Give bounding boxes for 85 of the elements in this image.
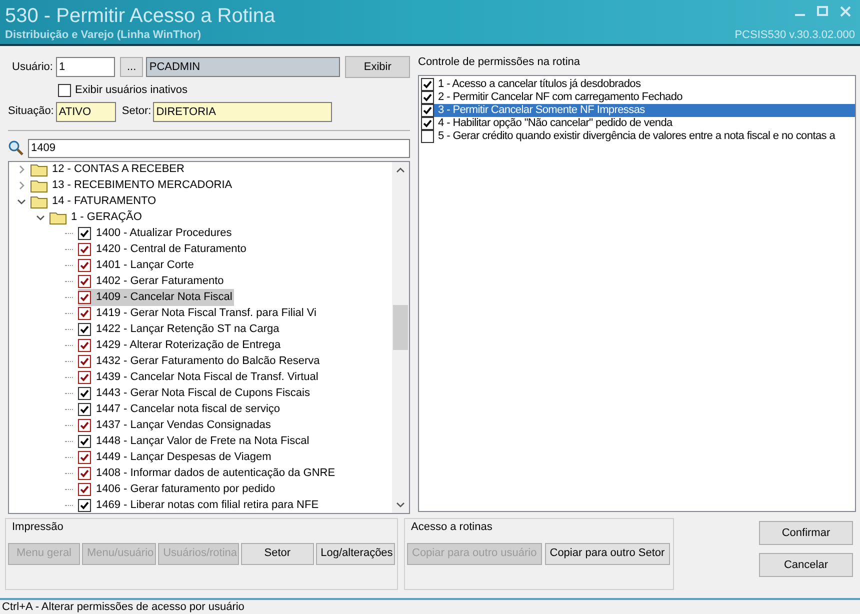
tree-item[interactable]: 1443 - Gerar Nota Fiscal de Cupons Fiscais xyxy=(78,385,312,402)
window-title: 530 - Permitir Acesso a Rotina xyxy=(5,4,276,29)
tree-item[interactable]: 1406 - Gerar faturamento por pedido xyxy=(78,481,278,498)
tree-item[interactable]: 13 - RECEBIMENTO MERCADORIA xyxy=(52,177,232,194)
permission-item[interactable]: 4 - Habilitar opção "Não cancelar" pedido de venda xyxy=(421,116,855,130)
window-subtitle: Distribuição e Varejo (Linha WinThor) xyxy=(5,29,202,42)
field-label: Situação: xyxy=(8,104,54,120)
checkbox[interactable] xyxy=(78,243,91,256)
tree-item[interactable]: 1419 - Gerar Nota Fiscal Transf. para Filial Vi xyxy=(78,305,318,322)
tree-item[interactable]: 1402 - Gerar Faturamento xyxy=(78,273,226,290)
checkbox[interactable] xyxy=(421,78,434,90)
expander-icon[interactable] xyxy=(17,197,26,206)
checkbox[interactable] xyxy=(78,323,91,336)
tree-item[interactable]: 1447 - Cancelar nota fiscal de serviço xyxy=(78,401,282,418)
version-label: PCSIS530 v.30.3.02.000 xyxy=(734,28,855,43)
checkbox[interactable] xyxy=(78,291,91,304)
checkbox[interactable] xyxy=(78,403,91,416)
permission-item[interactable]: 1 - Acesso a cancelar títulos já desdobrados xyxy=(421,78,855,90)
permission-item[interactable]: 3 - Permitir Cancelar Somente NF Impressas xyxy=(421,104,855,116)
tree-item[interactable]: 1432 - Gerar Faturamento do Balcão Reserva xyxy=(78,353,322,370)
folder-icon xyxy=(49,210,67,224)
checkbox[interactable] xyxy=(78,307,91,320)
tree-item[interactable]: 1449 - Lançar Despesas de Viagem xyxy=(78,449,274,466)
action-button[interactable]: Copiar para outro Setor xyxy=(544,542,670,564)
tree-item[interactable]: 1469 - Liberar notas com filial retira para NFE xyxy=(78,497,321,512)
search-field[interactable]: 1409 xyxy=(28,138,410,158)
search-icon xyxy=(8,140,24,156)
dialog-button[interactable]: Confirmar xyxy=(759,521,853,545)
checkbox[interactable] xyxy=(78,499,91,512)
checkbox[interactable] xyxy=(78,275,91,288)
checkbox[interactable] xyxy=(421,130,434,142)
field-label: Setor: xyxy=(122,104,152,120)
user-name-field: PCADMIN xyxy=(146,57,340,77)
section-title: Controle de permissões na rotina xyxy=(418,55,582,70)
tree-item[interactable]: 1437 - Lançar Vendas Consignadas xyxy=(78,417,273,434)
field-label: Usuário: xyxy=(12,60,53,75)
situation-field: ATIVO xyxy=(56,102,116,122)
checkbox[interactable] xyxy=(78,259,91,272)
scrollbar[interactable] xyxy=(392,162,409,512)
group-title: Impressão xyxy=(12,520,64,535)
tree-item[interactable]: 1420 - Central de Faturamento xyxy=(78,241,248,258)
checkbox[interactable] xyxy=(78,387,91,400)
checkbox[interactable] xyxy=(421,116,434,130)
group-title: Acesso a rotinas xyxy=(411,520,494,535)
action-button[interactable]: Log/alterações xyxy=(316,542,395,564)
scroll-thumb[interactable] xyxy=(393,304,408,350)
checkbox[interactable] xyxy=(78,339,91,352)
show-button[interactable]: Exibir xyxy=(345,56,410,78)
checkbox[interactable] xyxy=(78,355,91,368)
tree-item[interactable]: 1401 - Lançar Corte xyxy=(78,257,196,274)
tree-item[interactable]: 14 - FATURAMENTO xyxy=(52,193,156,210)
scroll-down-icon[interactable] xyxy=(396,500,405,508)
checkbox[interactable] xyxy=(421,104,434,116)
expander-icon[interactable] xyxy=(36,213,45,222)
user-code-field[interactable]: 1 xyxy=(56,57,115,77)
checkbox[interactable] xyxy=(78,371,91,384)
tree-item[interactable]: 1422 - Lançar Retenção ST na Carga xyxy=(78,321,282,338)
tree-item[interactable]: 1400 - Atualizar Procedures xyxy=(78,225,234,242)
action-button[interactable]: Setor xyxy=(241,542,314,564)
tree-item[interactable]: 1409 - Cancelar Nota Fiscal xyxy=(78,289,234,306)
sector-field: DIRETORIA xyxy=(153,102,332,122)
folder-icon xyxy=(30,178,48,192)
checkbox-label: Exibir usuários inativos xyxy=(75,83,188,98)
dialog-button[interactable]: Cancelar xyxy=(759,553,853,577)
tree-item[interactable]: 1429 - Alterar Roterização de Entrega xyxy=(78,337,283,354)
tree-item[interactable]: 1439 - Cancelar Nota Fiscal de Transf. Virtual xyxy=(78,369,320,386)
checkbox[interactable] xyxy=(78,435,91,448)
folder-icon xyxy=(30,162,48,176)
tree-item[interactable]: 1 - GERAÇÃO xyxy=(71,209,142,226)
checkbox[interactable] xyxy=(58,84,71,97)
lookup-button[interactable]: ... xyxy=(120,57,144,77)
checkbox[interactable] xyxy=(78,227,91,240)
checkbox[interactable] xyxy=(78,451,91,464)
tree-item[interactable]: 12 - CONTAS A RECEBER xyxy=(52,162,184,178)
tree-item[interactable]: 1448 - Lançar Valor de Frete na Nota Fiscal xyxy=(78,433,312,450)
checkbox[interactable] xyxy=(78,483,91,496)
folder-icon xyxy=(30,194,48,208)
permission-item[interactable]: 5 - Gerar crédito quando existir divergência de valores entre a nota fiscal e no contas a xyxy=(421,130,855,142)
checkbox[interactable] xyxy=(421,90,434,104)
checkbox[interactable] xyxy=(78,467,91,480)
status-bar: Ctrl+A - Alterar permissões de acesso por usuário xyxy=(0,598,860,614)
tree-item[interactable]: 1408 - Informar dados de autenticação da GNRE xyxy=(78,465,338,482)
permission-item[interactable]: 2 - Permitir Cancelar NF com carregamento Fechado xyxy=(421,90,855,104)
checkbox[interactable] xyxy=(78,419,91,432)
scroll-up-icon[interactable] xyxy=(396,166,405,174)
